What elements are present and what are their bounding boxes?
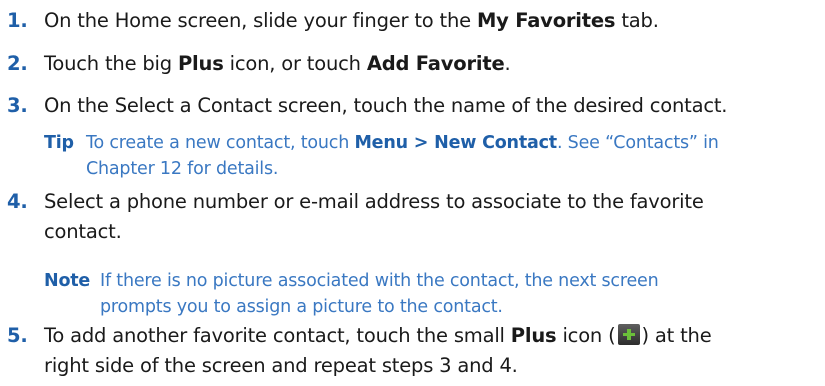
step-number: 1. <box>7 9 28 32</box>
step-number: 2. <box>7 52 28 75</box>
step-number: 3. <box>7 94 28 117</box>
step-number: 5. <box>7 324 28 347</box>
step-number: 4. <box>7 190 28 213</box>
step-text: Touch the big Plus icon, or touch Add Fa… <box>44 52 511 75</box>
plus-icon <box>617 324 640 345</box>
note-text: If there is no picture associated with t… <box>100 271 659 317</box>
step-text: To add another favorite contact, touch t… <box>44 324 712 377</box>
step-text: Select a phone number or e-mail address … <box>44 190 704 243</box>
note-label: Note <box>44 271 91 291</box>
step-text: On the Home screen, slide your finger to… <box>44 9 659 32</box>
tip-label: Tip <box>44 133 74 153</box>
tip-text: To create a new contact, touch Menu > Ne… <box>86 133 719 179</box>
step-text: On the Select a Contact screen, touch th… <box>44 94 728 117</box>
